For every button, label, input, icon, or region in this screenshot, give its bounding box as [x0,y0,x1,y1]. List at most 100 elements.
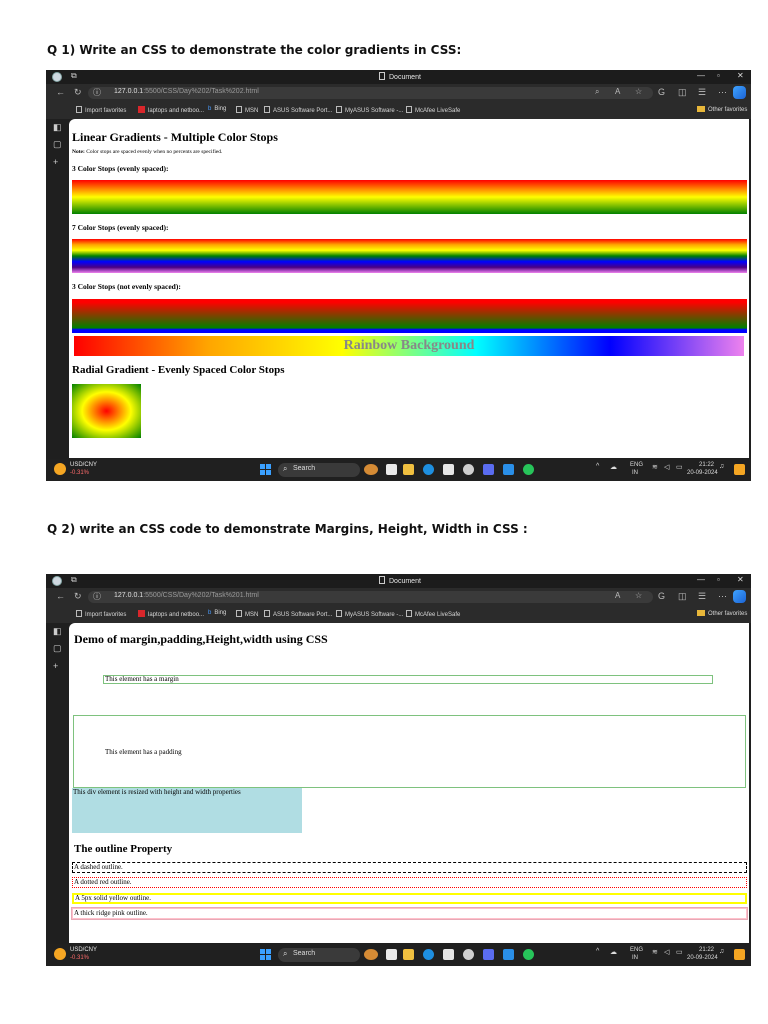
bookmark-laptops[interactable]: laptops and netboo... [138,106,204,114]
windows-start-icon[interactable] [260,464,271,475]
chatgpt-icon[interactable] [463,464,474,475]
copilot-tray-icon[interactable] [734,949,745,960]
bookmark-bing[interactable]: b Bing [208,106,226,112]
address-bar[interactable]: ⓘ 127.0.0.1:5500/CSS/Day%202/Task%201.ht… [88,591,653,603]
volume-icon[interactable]: ◁ [664,948,669,956]
whatsapp-icon[interactable] [523,464,534,475]
tab-actions-icon[interactable]: ⧉ [71,71,77,81]
clock-time[interactable]: 21:22 [699,462,714,468]
bookmark-myasus[interactable]: MyASUS Software -... [336,106,403,114]
stock-widget-icon[interactable] [54,463,66,475]
task-view-icon[interactable] [386,464,397,475]
wifi-icon[interactable]: ≋ [652,948,658,956]
app-icon[interactable] [483,464,494,475]
battery-icon[interactable]: ▭ [676,948,683,956]
bookmark-myasus[interactable]: MyASUS Software -... [336,610,403,618]
favorite-star-icon[interactable]: ☆ [635,591,642,600]
copilot-icon[interactable] [733,86,746,99]
notification-bell-icon[interactable]: ♫ [719,463,724,470]
sidebar-page-icon[interactable]: ▢ [53,139,62,150]
zoom-icon[interactable]: ⌕ [595,87,599,97]
favorite-star-icon[interactable]: ☆ [635,87,642,96]
edge-icon[interactable] [423,949,434,960]
file-explorer-icon[interactable] [403,464,414,475]
extensions-icon[interactable]: G [658,591,665,601]
file-explorer-icon[interactable] [403,949,414,960]
cloud-icon[interactable]: ☁ [610,948,617,956]
close-icon[interactable]: ✕ [737,71,744,80]
sidebar-tabs-icon[interactable]: ◧ [53,122,62,133]
bookmark-mcafee[interactable]: McAfee LiveSafe [406,610,460,618]
store-icon[interactable] [443,464,454,475]
vscode-icon[interactable] [503,949,514,960]
widgets-icon[interactable] [364,464,378,475]
maximize-icon[interactable]: ▫ [717,71,720,80]
sidebar-add-icon[interactable]: + [53,157,58,167]
sidebar-page-icon[interactable]: ▢ [53,643,62,654]
gradient-3-stops-uneven [72,299,747,333]
split-screen-icon[interactable]: ◫ [678,87,687,98]
address-bar[interactable]: ⓘ 127.0.0.1:5500/CSS/Day%202/Task%202.ht… [88,87,653,99]
wifi-icon[interactable]: ≋ [652,463,658,471]
favorites-icon[interactable]: ☰ [698,87,706,98]
site-info-icon[interactable]: ⓘ [93,87,101,98]
notification-bell-icon[interactable]: ♫ [719,948,724,955]
back-icon[interactable]: ← [56,87,65,97]
back-icon[interactable]: ← [56,591,65,601]
more-icon[interactable]: ⋯ [718,87,727,98]
copilot-tray-icon[interactable] [734,464,745,475]
minimize-icon[interactable]: — [697,71,705,80]
more-icon[interactable]: ⋯ [718,591,727,602]
refresh-icon[interactable]: ↻ [74,87,82,98]
volume-icon[interactable]: ◁ [664,463,669,471]
cloud-icon[interactable]: ☁ [610,463,617,471]
chevron-up-icon[interactable]: ^ [596,948,599,955]
extensions-icon[interactable]: G [658,87,665,97]
search-icon: ⌕ [283,949,288,958]
windows-start-icon[interactable] [260,949,271,960]
bookmark-asus[interactable]: ASUS Software Port... [264,106,332,114]
bookmark-msn[interactable]: MSN [236,610,258,618]
chevron-up-icon[interactable]: ^ [596,463,599,470]
bookmark-laptops[interactable]: laptops and netboo... [138,610,204,618]
chatgpt-icon[interactable] [463,949,474,960]
task-view-icon[interactable] [386,949,397,960]
tab-actions-icon[interactable]: ⧉ [71,575,77,585]
edge-icon[interactable] [423,464,434,475]
profile-avatar[interactable] [52,72,62,82]
stock-widget-icon[interactable] [54,948,66,960]
battery-icon[interactable]: ▭ [676,463,683,471]
taskbar-search[interactable]: ⌕ Search [278,948,360,962]
bookmark-asus[interactable]: ASUS Software Port... [264,610,332,618]
bookmark-mcafee[interactable]: McAfee LiveSafe [406,106,460,114]
sidebar-tabs-icon[interactable]: ◧ [53,626,62,637]
whatsapp-icon[interactable] [523,949,534,960]
language-indicator[interactable]: ENG [630,462,643,468]
refresh-icon[interactable]: ↻ [74,591,82,602]
widgets-icon[interactable] [364,949,378,960]
bookmark-bing[interactable]: b Bing [208,610,226,616]
profile-avatar[interactable] [52,576,62,586]
store-icon[interactable] [443,949,454,960]
app-icon[interactable] [483,949,494,960]
favorites-icon[interactable]: ☰ [698,591,706,602]
maximize-icon[interactable]: ▫ [717,575,720,584]
read-aloud-icon[interactable]: A [615,87,620,96]
bookmark-import-favorites[interactable]: Import favorites [76,610,126,618]
split-screen-icon[interactable]: ◫ [678,591,687,602]
vscode-icon[interactable] [503,464,514,475]
bookmark-msn[interactable]: MSN [236,106,258,114]
sidebar-add-icon[interactable]: + [53,661,58,671]
close-icon[interactable]: ✕ [737,575,744,584]
bookmark-import-favorites[interactable]: Import favorites [76,106,126,114]
language-indicator[interactable]: ENG [630,947,643,953]
copilot-icon[interactable] [733,590,746,603]
site-info-icon[interactable]: ⓘ [93,591,101,602]
bookmark-other-favorites[interactable]: Other favorites [697,610,747,617]
page-icon [264,106,270,113]
bookmark-other-favorites[interactable]: Other favorites [697,106,747,113]
taskbar-search[interactable]: ⌕ Search [278,463,360,477]
minimize-icon[interactable]: — [697,575,705,584]
clock-time[interactable]: 21:22 [699,947,714,953]
read-aloud-icon[interactable]: A [615,591,620,600]
